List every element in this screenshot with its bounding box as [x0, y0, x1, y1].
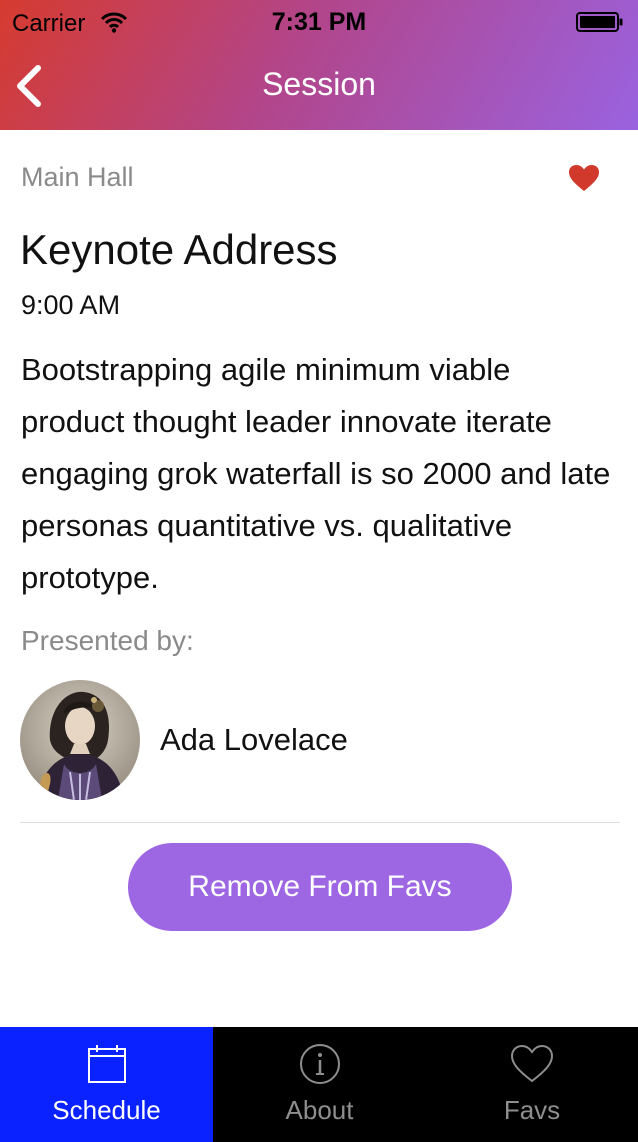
speaker-row[interactable]: Ada Lovelace — [20, 680, 620, 802]
tab-about[interactable]: About — [213, 1027, 426, 1142]
presented-by-label: Presented by: — [21, 625, 194, 656]
speaker-avatar — [20, 680, 140, 800]
remove-from-favs-button[interactable]: Remove From Favs — [128, 843, 512, 931]
divider — [20, 822, 620, 823]
tab-label: About — [285, 1095, 354, 1125]
session-title: Keynote Address — [20, 226, 338, 273]
info-icon — [299, 1044, 340, 1084]
status-time: 7:31 PM — [271, 8, 367, 36]
battery-icon — [576, 12, 623, 32]
session-description: Bootstrapping agile minimum viable produ… — [21, 352, 611, 595]
session-room: Main Hall — [21, 162, 134, 192]
tab-bar: Schedule About Favs — [0, 1027, 638, 1142]
tab-label: Favs — [503, 1095, 561, 1125]
heart-icon — [510, 1044, 554, 1083]
tab-favs[interactable]: Favs — [426, 1027, 638, 1142]
tab-schedule[interactable]: Schedule — [0, 1027, 213, 1142]
page-title: Session — [262, 66, 376, 102]
tab-label: Schedule — [52, 1095, 161, 1125]
nav-bar: Session — [0, 44, 638, 130]
speaker-name: Ada Lovelace — [160, 722, 348, 757]
session-time: 9:00 AM — [21, 290, 121, 320]
favorite-toggle[interactable] — [568, 164, 600, 192]
status-bar: Carrier 7:31 PM — [0, 0, 638, 44]
header: Carrier 7:31 PM Session — [0, 0, 638, 130]
portrait-image — [20, 680, 140, 800]
calendar-icon — [87, 1045, 126, 1083]
heart-filled-icon — [569, 165, 599, 191]
